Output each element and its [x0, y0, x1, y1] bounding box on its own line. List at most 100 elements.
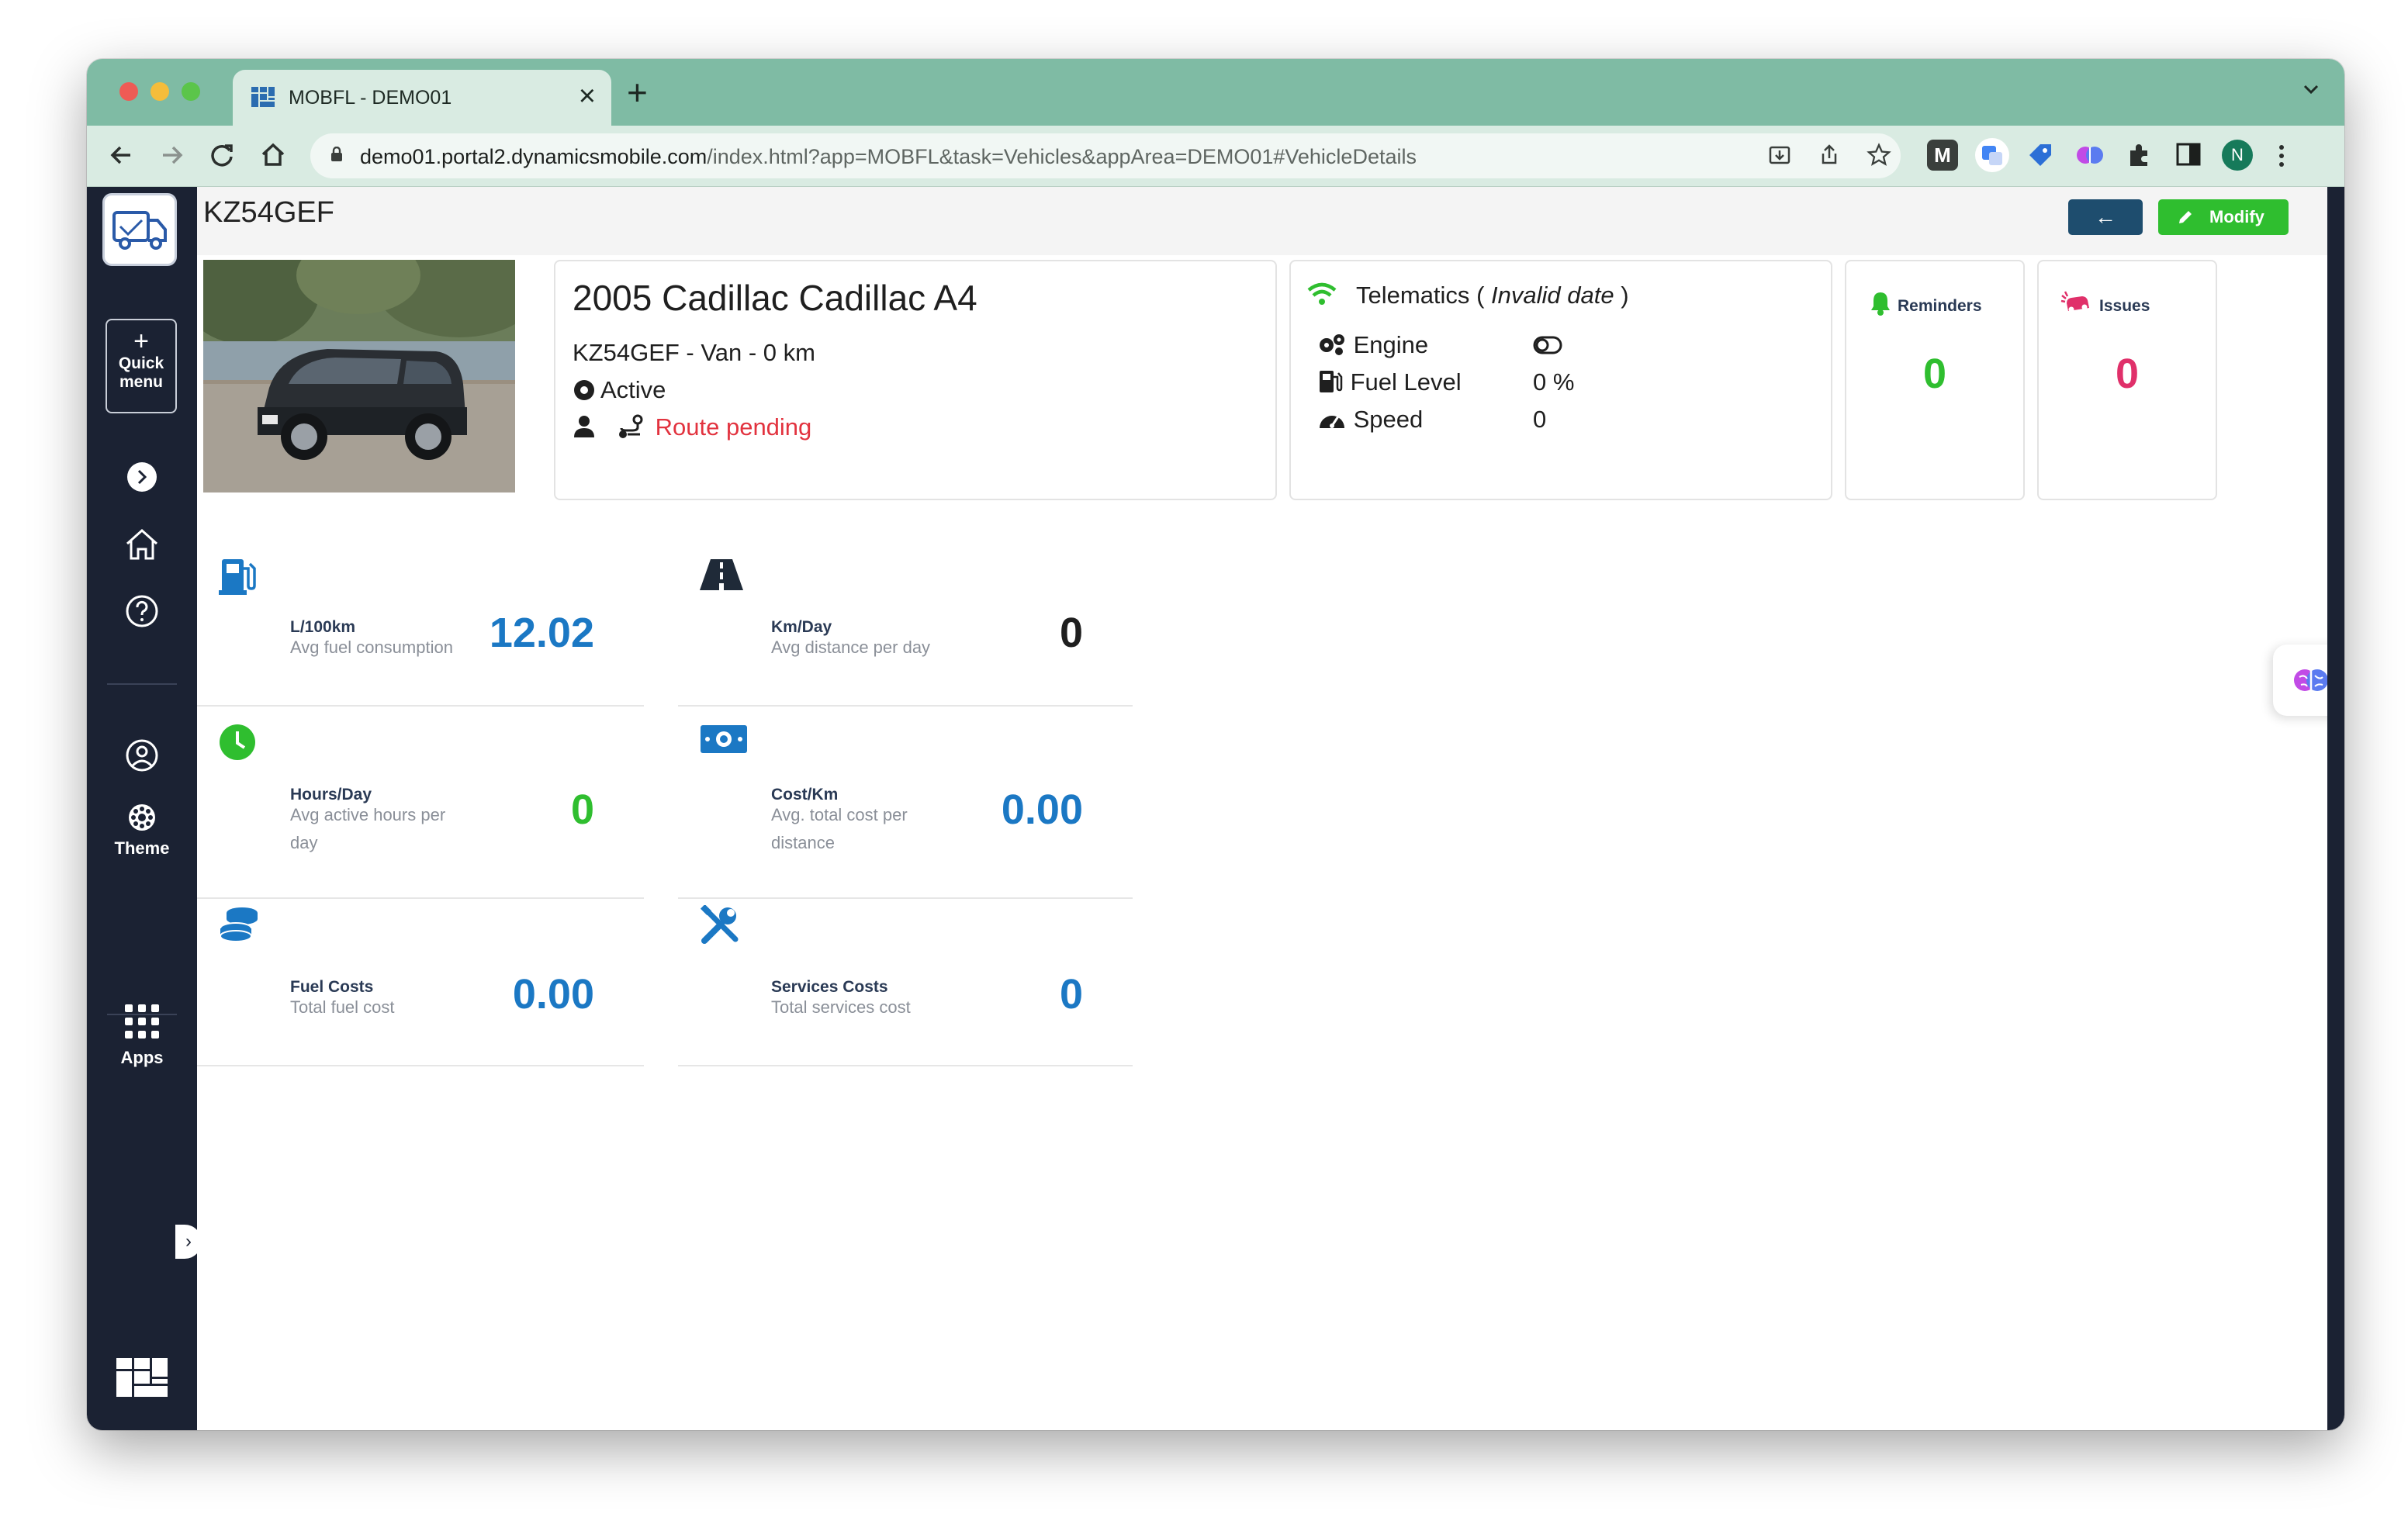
metric-fuel-costs: Fuel Costs Total fuel cost 0.00 [197, 900, 644, 1066]
forward-arrow-icon[interactable] [155, 138, 189, 172]
vehicle-info-card: 2005 Cadillac Cadillac A4 KZ54GEF - Van … [554, 260, 1277, 500]
app-area: + Quick menu Theme Apps › KZ54GEF ← Modi… [87, 187, 2344, 1430]
tab-close-icon[interactable]: × [579, 81, 596, 112]
tab-search-chevron-icon[interactable] [2301, 79, 2321, 99]
apps-label[interactable]: Apps [87, 1048, 197, 1068]
tag-extension-icon[interactable] [2026, 141, 2054, 169]
fuel-level-row: Fuel Level [1317, 368, 1462, 396]
minimize-window-button[interactable] [150, 82, 169, 101]
driver-user-icon[interactable] [573, 414, 596, 439]
metric-description: Avg active hours per [290, 805, 446, 824]
status-dot-icon [574, 380, 594, 400]
reminders-card[interactable]: Reminders 0 [1845, 260, 2025, 500]
telematics-date-open: ( [1476, 282, 1485, 309]
telematics-title-row: Telematics ( Invalid date ) [1356, 282, 1629, 309]
route-status: Route pending [655, 413, 812, 441]
metric-description: Total fuel cost [290, 997, 395, 1017]
reminders-title: Reminders [1898, 297, 1982, 315]
extension-m-icon[interactable]: M [1927, 140, 1958, 171]
reminders-count: 0 [1922, 351, 1947, 397]
side-panel-icon[interactable] [2175, 141, 2202, 168]
money-bill-icon [701, 725, 747, 753]
metric-value: 12.02 [489, 610, 594, 656]
quick-menu-label: Quick [118, 354, 164, 372]
quick-menu-label-line2: menu [119, 373, 163, 391]
ai-brain-icon [2294, 669, 2328, 691]
theme-label[interactable]: Theme [87, 838, 197, 859]
vehicle-route-row: Route pending [573, 413, 811, 441]
wifi-signal-icon [1307, 282, 1337, 305]
close-window-button[interactable] [119, 82, 138, 101]
metric-fuel-consumption: L/100km Avg fuel consumption 12.02 [197, 539, 644, 707]
new-tab-button[interactable]: + [627, 74, 648, 110]
metric-description: Avg fuel consumption [290, 638, 453, 657]
bookmark-star-icon[interactable] [1867, 143, 1891, 168]
translate-extension-icon[interactable] [1974, 137, 2011, 174]
metric-description: Total services cost [771, 997, 911, 1017]
vehicle-details: KZ54GEF - Van - 0 km [573, 339, 815, 366]
modify-button[interactable]: Modify [2158, 199, 2289, 235]
profile-avatar[interactable]: N [2222, 140, 2253, 171]
home-icon[interactable] [256, 138, 290, 172]
home-icon[interactable] [123, 525, 161, 564]
browser-menu-icon[interactable] [2276, 143, 2287, 169]
issues-count: 0 [2115, 351, 2140, 397]
issues-title: Issues [2099, 297, 2150, 315]
extensions-puzzle-icon[interactable] [2126, 141, 2154, 169]
issues-card[interactable]: Issues 0 [2037, 260, 2217, 500]
engine-row: Engine [1317, 331, 1428, 359]
browser-window: MOBFL - DEMO01 × + demo01.portal2.dynami… [87, 59, 2344, 1430]
speed-value: 0 [1533, 406, 1547, 433]
back-button[interactable]: ← [2068, 199, 2143, 235]
browser-toolbar: demo01.portal2.dynamicsmobile.com/index.… [87, 126, 2344, 187]
dynamics-favicon-icon [251, 87, 275, 107]
clock-icon [220, 724, 255, 760]
page-header: KZ54GEF ← Modify [197, 187, 2327, 255]
modify-label: Modify [2209, 207, 2264, 226]
coins-icon [220, 907, 258, 942]
telematics-date: Invalid date [1491, 282, 1614, 309]
metric-description: Avg. total cost per [771, 805, 908, 824]
zoom-window-button[interactable] [182, 82, 200, 101]
url-text[interactable]: demo01.portal2.dynamicsmobile.com/index.… [360, 145, 1417, 169]
install-app-icon[interactable] [1767, 143, 1792, 168]
share-icon[interactable] [1817, 143, 1842, 168]
metric-value: 0 [1059, 971, 1083, 1018]
speed-row: Speed [1317, 406, 1423, 434]
telematics-title: Telematics [1356, 282, 1470, 309]
user-profile-icon[interactable] [123, 736, 161, 775]
help-icon[interactable] [123, 592, 161, 631]
theme-palette-icon[interactable] [127, 803, 157, 832]
back-arrow-icon[interactable] [104, 138, 138, 172]
route-icon [618, 414, 643, 438]
vehicle-name: 2005 Cadillac Cadillac A4 [573, 278, 977, 318]
expand-sidebar-chevron-icon[interactable] [126, 461, 157, 492]
metric-description-line2: distance [771, 833, 835, 852]
brain-extension-icon[interactable] [2074, 140, 2105, 171]
metric-description-line2: day [290, 833, 318, 852]
apps-grid-icon[interactable] [123, 1003, 161, 1040]
car-crash-icon [2060, 291, 2089, 313]
sidebar-divider [107, 683, 177, 685]
metric-description: Avg distance per day [771, 638, 931, 657]
quick-menu-button[interactable]: + Quick menu [106, 319, 177, 413]
plus-icon: + [133, 327, 149, 356]
gears-icon [1320, 334, 1344, 355]
fuel-level-value: 0 % [1533, 368, 1575, 396]
fleet-app-logo[interactable] [102, 193, 177, 266]
metric-km-day: Km/Day Avg distance per day 0 [678, 539, 1133, 707]
tab-bar: MOBFL - DEMO01 × + [87, 59, 2344, 126]
reload-icon[interactable] [205, 138, 239, 172]
gas-station-icon [219, 559, 256, 595]
bell-icon [1871, 292, 1890, 316]
metric-hours-day: Hours/Day Avg active hours per day 0 [197, 705, 644, 899]
van-logo-icon [112, 211, 167, 250]
address-bar[interactable]: demo01.portal2.dynamicsmobile.com/index.… [310, 133, 1901, 178]
engine-toggle-off-icon [1533, 336, 1562, 354]
lock-icon[interactable] [330, 147, 343, 162]
metric-value: 0.00 [1001, 786, 1083, 833]
browser-tab[interactable]: MOBFL - DEMO01 × [233, 70, 611, 126]
engine-label: Engine [1353, 331, 1429, 358]
fuel-level-label: Fuel Level [1350, 368, 1462, 396]
vehicle-photo[interactable] [203, 260, 515, 492]
